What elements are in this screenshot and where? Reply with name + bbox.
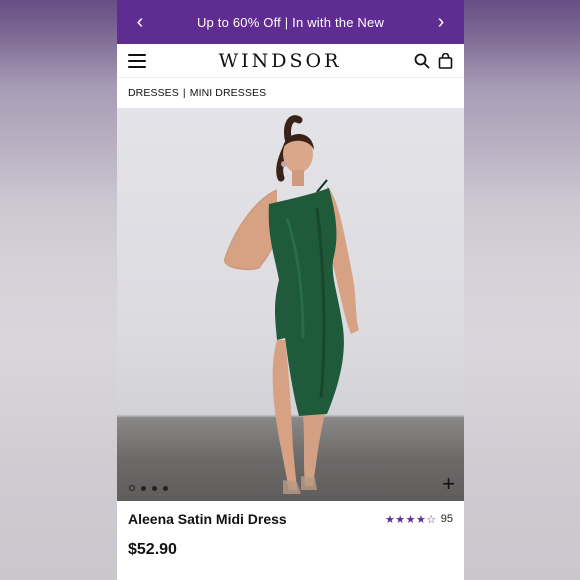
search-icon[interactable]: [414, 53, 430, 69]
product-page: ‹ Up to 60% Off | In with the New › WIND…: [117, 0, 464, 580]
site-header: WINDSOR: [117, 44, 464, 78]
background-right: [464, 0, 580, 580]
carousel-dot-3[interactable]: [152, 485, 157, 491]
plus-icon[interactable]: +: [442, 473, 455, 495]
brand-logo[interactable]: WINDSOR: [219, 50, 342, 72]
background-left: [0, 0, 117, 580]
breadcrumb-mini-dresses[interactable]: MINI DRESSES: [190, 87, 266, 99]
bag-icon[interactable]: [438, 52, 453, 69]
menu-icon[interactable]: [128, 53, 146, 68]
breadcrumb-dresses[interactable]: DRESSES: [128, 87, 179, 99]
review-count: 95: [440, 513, 453, 525]
breadcrumb-separator: |: [182, 87, 186, 99]
header-actions: [414, 52, 453, 69]
promo-banner: ‹ Up to 60% Off | In with the New ›: [117, 0, 464, 44]
carousel-dot-4[interactable]: [163, 485, 168, 491]
promo-text[interactable]: Up to 60% Off | In with the New: [197, 15, 384, 30]
product-info: Aleena Satin Midi Dress ★★★★☆ 95 $52.90: [117, 501, 464, 559]
model-illustration: [224, 115, 359, 494]
carousel-dot-1[interactable]: [129, 485, 135, 491]
carousel-dot-2[interactable]: [141, 485, 146, 491]
chevron-right-icon[interactable]: ›: [434, 12, 448, 32]
product-price: $52.90: [128, 541, 177, 558]
breadcrumb: DRESSES | MINI DRESSES: [117, 78, 464, 108]
star-icon: ★★★★☆: [384, 513, 437, 526]
product-rating[interactable]: ★★★★☆ 95: [385, 513, 453, 526]
product-image[interactable]: +: [117, 108, 464, 501]
carousel-dots: [129, 485, 168, 491]
title-row: Aleena Satin Midi Dress ★★★★☆ 95: [128, 501, 453, 537]
product-name: Aleena Satin Midi Dress: [128, 511, 287, 527]
chevron-left-icon[interactable]: ‹: [133, 12, 147, 32]
